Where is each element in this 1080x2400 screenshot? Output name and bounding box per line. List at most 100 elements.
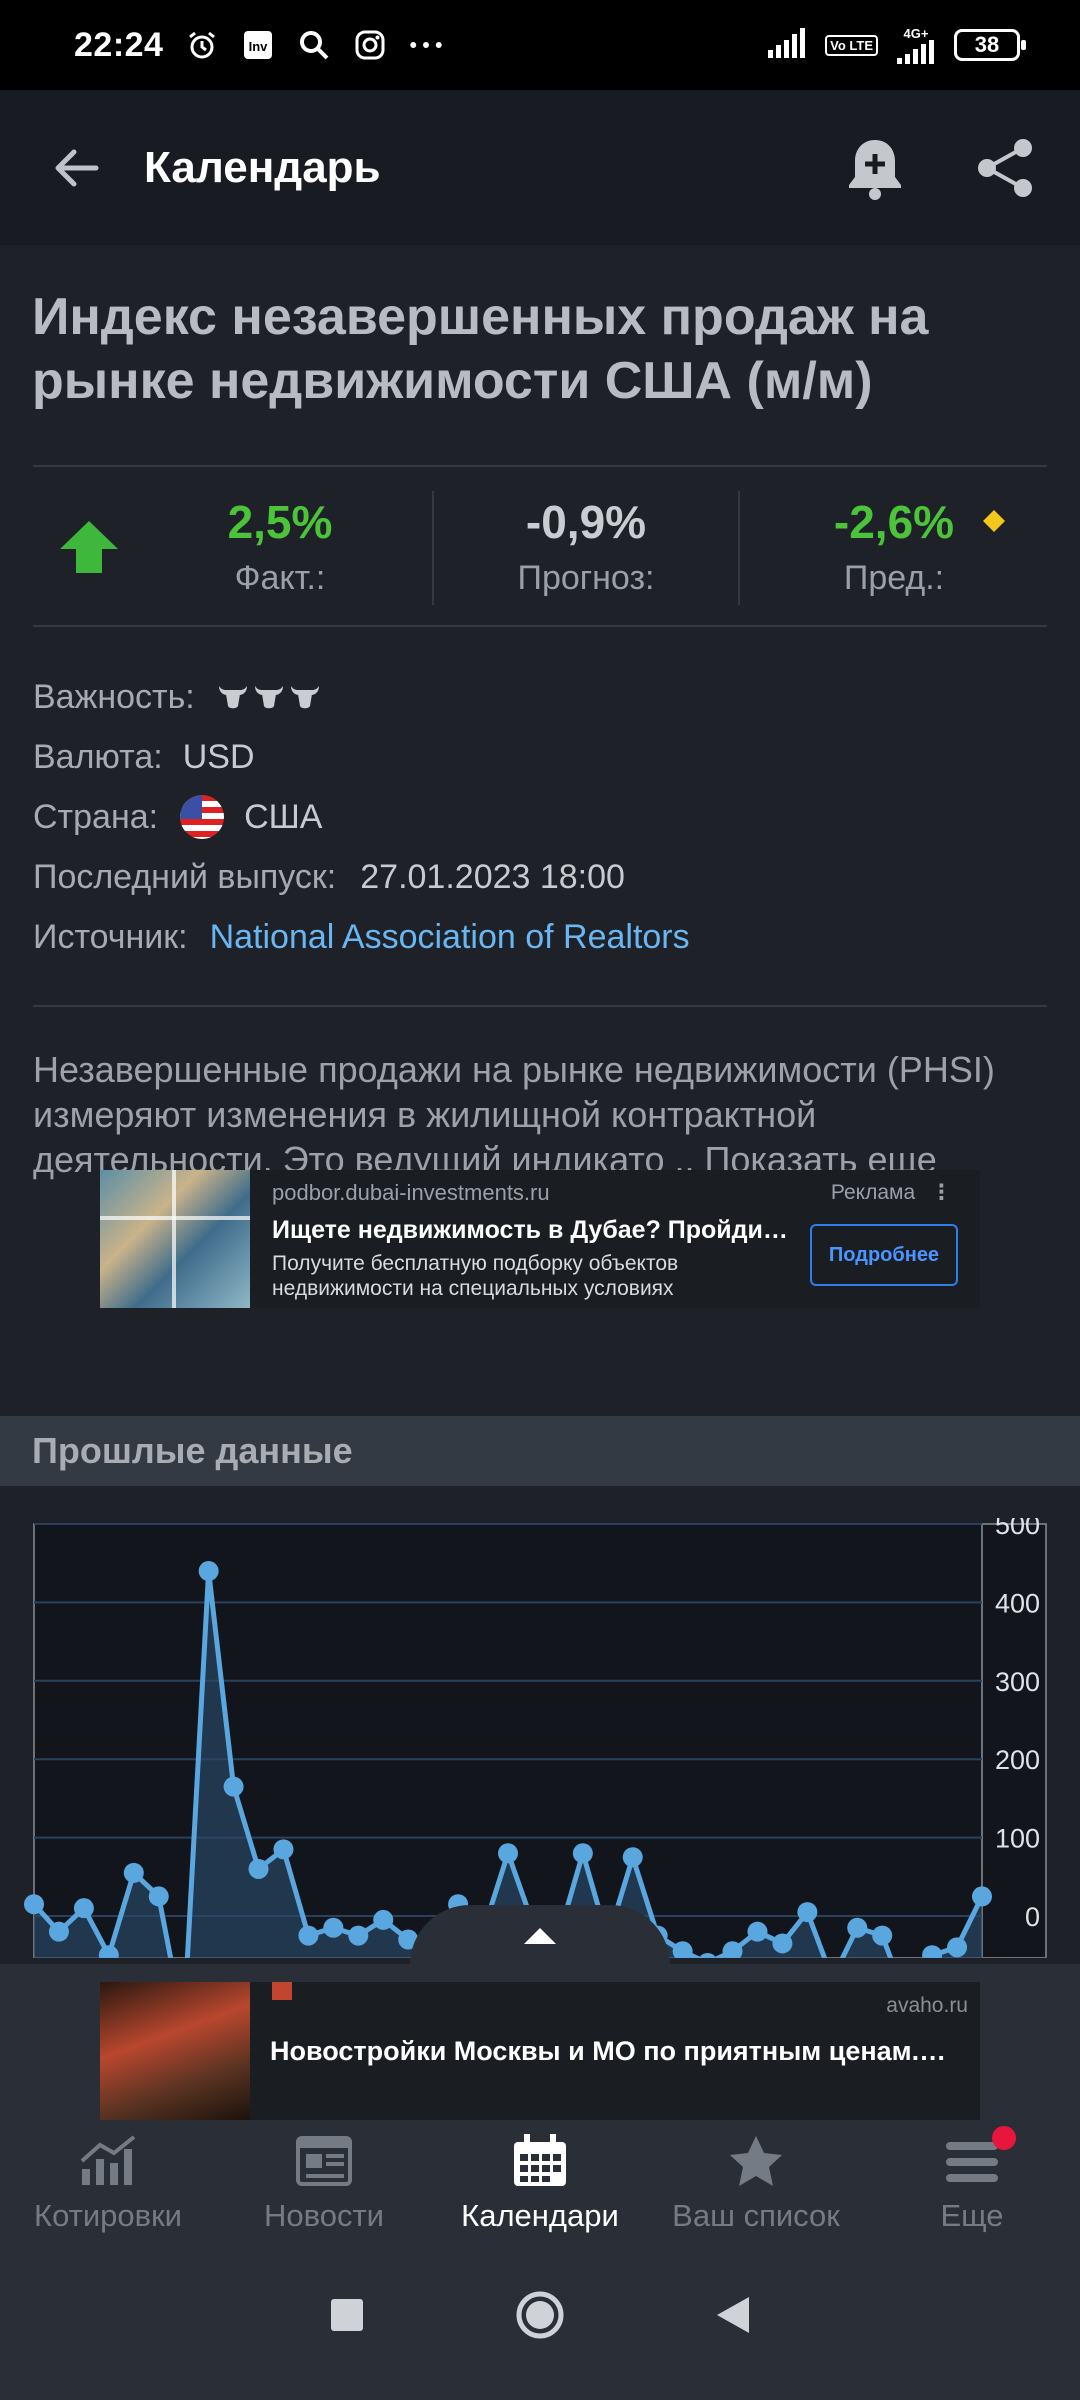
event-title: Индекс незавершенных продаж на рынке нед… <box>32 288 929 410</box>
nav-quotes[interactable]: Котировки <box>0 2134 216 2234</box>
share-icon <box>978 138 1032 197</box>
source-link[interactable]: National Association of Realtors <box>210 918 690 957</box>
square-icon <box>331 2298 363 2331</box>
chart-point <box>273 1839 294 1860</box>
chart-trend-icon <box>78 2134 138 2188</box>
add-alert-button[interactable] <box>830 123 920 213</box>
past-data-title: Прошлые данные <box>32 1430 353 1471</box>
investing-app-icon: Inv <box>241 28 275 62</box>
chart-svg: 500 400 300 200 100 0 <box>24 1510 1047 2036</box>
triangle-back-icon <box>717 2296 749 2333</box>
ad-domain: avaho.ru <box>886 1994 968 2017</box>
nav-label: Котировки <box>34 2198 182 2233</box>
importance-label: Важность: <box>33 677 195 716</box>
chart-tick-label: 0 <box>1025 1902 1040 1932</box>
chart-tick-label: 400 <box>995 1588 1040 1618</box>
status-time: 22:24 <box>74 25 164 64</box>
ad-headline: Ищете недвижимость в Дубае? Пройдите опр… <box>272 1216 792 1244</box>
chart-point <box>972 1886 992 1907</box>
us-flag-icon <box>180 795 225 839</box>
nav-calendars[interactable]: Календари <box>432 2134 648 2234</box>
nav-label: Еще <box>940 2198 1004 2233</box>
bull-icon <box>218 686 247 709</box>
nav-news[interactable]: Новости <box>216 2134 432 2234</box>
chart-point <box>772 1933 793 1954</box>
share-button[interactable] <box>960 123 1050 213</box>
system-navigation <box>0 2234 1080 2400</box>
expand-handle[interactable] <box>410 1905 670 1965</box>
chart-point <box>123 1862 144 1883</box>
ad-image <box>100 1170 250 1308</box>
actual-label: Факт.: <box>234 559 326 597</box>
currency-label: Валюта: <box>33 737 163 776</box>
search-icon <box>297 28 331 62</box>
newspaper-icon <box>296 2134 352 2188</box>
chart-point <box>48 1921 69 1942</box>
currency-value: USD <box>182 737 255 776</box>
last-release-value: 27.01.2023 18:00 <box>360 857 625 896</box>
nav-more[interactable]: Еще <box>864 2126 1080 2234</box>
signal-icon <box>767 27 807 63</box>
chart-point <box>24 1894 44 1915</box>
alarm-icon <box>185 28 219 62</box>
ad-body: Получите бесплатную подборку объектов не… <box>272 1252 679 1300</box>
past-data-header: Прошлые данные <box>0 1416 1080 1486</box>
event-description: Незавершенные продажи на рынке недвижимо… <box>0 1007 1080 1182</box>
forecast-label: Прогноз: <box>517 559 655 597</box>
more-vert-icon[interactable]: ⋮ <box>931 1181 952 1204</box>
country-row: Страна: США <box>33 787 1047 847</box>
previous-stat: -2,6% Пред.: <box>804 495 984 598</box>
ad-favicon <box>272 1982 292 2000</box>
app-bar: Календарь <box>0 90 1080 245</box>
currency-row: Валюта: USD <box>33 727 1047 787</box>
ad-more-button[interactable]: Подробнее <box>810 1224 958 1286</box>
chart-point <box>348 1925 369 1946</box>
bull-icons <box>217 683 321 711</box>
notification-dot <box>992 2126 1016 2150</box>
chart-point <box>323 1917 344 1938</box>
recents-button[interactable] <box>329 2297 365 2338</box>
calendar-icon <box>512 2134 568 2188</box>
forecast-value: -0,9% <box>525 496 647 548</box>
source-label: Источник: <box>33 917 188 956</box>
bell-plus-icon <box>849 139 901 200</box>
circle-icon <box>516 2291 564 2338</box>
chart-point <box>298 1925 319 1946</box>
chart-point <box>847 1917 868 1938</box>
home-button[interactable] <box>515 2290 565 2345</box>
chart-point <box>148 1886 169 1907</box>
nav-label: Календари <box>461 2198 619 2233</box>
bottom-nav: Котировки Новости Календари Ваш список Е… <box>0 2126 1080 2234</box>
back-button[interactable] <box>30 122 122 214</box>
event-details: Индекс незавершенных продаж на рынке нед… <box>0 245 1080 1182</box>
bull-icon <box>290 686 319 709</box>
back-system-button[interactable] <box>715 2295 751 2340</box>
svg-text:Inv: Inv <box>249 39 269 54</box>
actual-value: 2,5% <box>227 496 333 548</box>
arrow-back-icon <box>55 149 99 186</box>
chart-point <box>872 1925 893 1946</box>
chart-point <box>622 1847 643 1868</box>
page-title: Календарь <box>144 142 381 192</box>
chevron-up-icon <box>524 1928 556 1944</box>
nav-watchlist[interactable]: Ваш список <box>648 2134 864 2234</box>
ad-banner-bottom[interactable]: Новостройки Москвы и МО по приятным цена… <box>100 1982 980 2120</box>
country-value: США <box>244 797 323 836</box>
instagram-icon <box>353 28 387 62</box>
ad-image <box>100 1982 250 2120</box>
nav-label: Новости <box>263 2198 384 2233</box>
revised-diamond-icon <box>982 509 1006 538</box>
star-icon <box>728 2134 784 2188</box>
previous-value: -2,6% <box>833 496 955 548</box>
status-bar: 22:24 Inv Vo LTE 4G+ 38 <box>0 0 1080 90</box>
importance-row: Важность: <box>33 667 1047 727</box>
previous-label: Пред.: <box>843 559 945 597</box>
country-label: Страна: <box>33 797 159 836</box>
arrow-up-icon <box>58 519 120 580</box>
ad-banner-top[interactable]: podbor.dubai-investments.ru Реклама ⋮ Ищ… <box>100 1170 980 1308</box>
chart-point <box>248 1858 269 1879</box>
chart-tick-label: 100 <box>995 1824 1040 1854</box>
chart-point <box>498 1843 518 1864</box>
chart-point <box>198 1561 219 1582</box>
menu-icon <box>944 2134 1000 2188</box>
